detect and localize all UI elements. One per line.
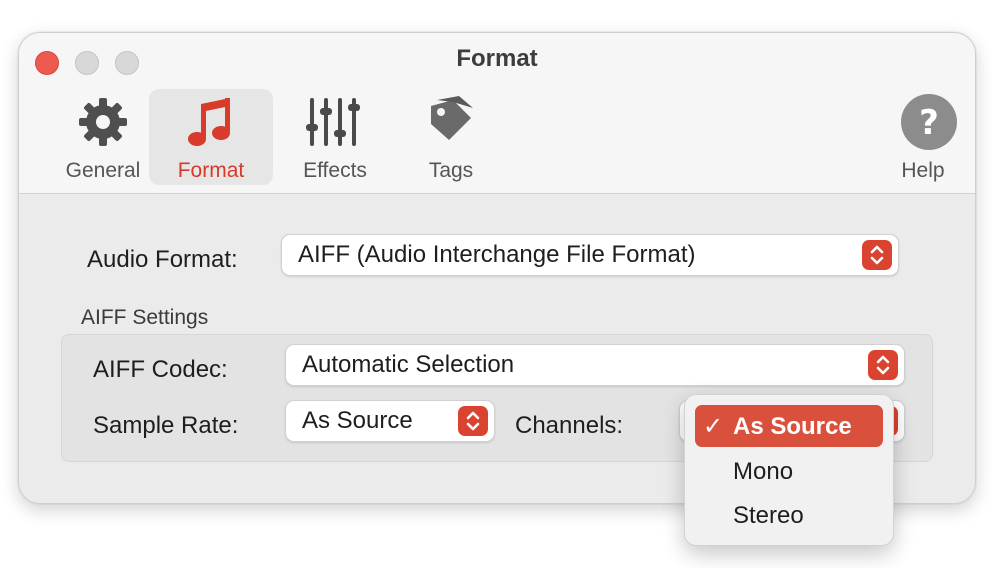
toolbar-label-format: Format	[177, 159, 245, 182]
up-down-chevron-icon	[458, 406, 488, 436]
window-title: Format	[456, 45, 538, 72]
toolbar-item-general[interactable]: General	[41, 89, 165, 185]
toolbar-label-tags: Tags	[428, 159, 474, 182]
up-down-chevron-icon	[868, 350, 898, 380]
channels-menu: ✓ As Source Mono Stereo	[684, 394, 894, 546]
menu-item-as-source[interactable]: ✓ As Source	[695, 405, 883, 447]
sample-rate-value: As Source	[302, 407, 413, 434]
toolbar-item-tags[interactable]: Tags	[389, 89, 513, 185]
aiff-settings-title: AIFF Settings	[81, 306, 209, 329]
toolbar-item-help[interactable]: ? Help	[867, 89, 975, 185]
svg-text:?: ?	[919, 103, 939, 143]
audio-format-value: AIFF (Audio Interchange File Format)	[298, 241, 696, 268]
menu-item-label: Stereo	[733, 502, 804, 529]
aiff-codec-value: Automatic Selection	[302, 351, 515, 378]
menu-item-label: As Source	[733, 413, 852, 440]
toolbar-label-help: Help	[901, 159, 945, 182]
checkmark-icon: ✓	[703, 412, 724, 440]
gear-icon	[41, 93, 165, 151]
sample-rate-popup[interactable]: As Source	[285, 400, 495, 442]
music-note-icon	[149, 93, 273, 151]
menu-item-mono[interactable]: Mono	[695, 450, 883, 492]
audio-format-label: Audio Format:	[87, 246, 238, 273]
up-down-chevron-icon	[862, 240, 892, 270]
tag-icon	[389, 93, 513, 151]
menu-item-stereo[interactable]: Stereo	[695, 494, 883, 536]
sample-rate-label: Sample Rate:	[93, 412, 239, 439]
sliders-icon	[273, 93, 397, 151]
toolbar-item-effects[interactable]: Effects	[273, 89, 397, 185]
toolbar-item-format[interactable]: Format	[149, 89, 273, 185]
question-icon: ?	[867, 93, 975, 151]
titlebar: Format General Format Effects Tags ? Hel…	[19, 33, 975, 194]
aiff-codec-popup[interactable]: Automatic Selection	[285, 344, 905, 386]
menu-item-label: Mono	[733, 458, 794, 485]
audio-format-popup[interactable]: AIFF (Audio Interchange File Format)	[281, 234, 899, 276]
toolbar-label-effects: Effects	[303, 159, 367, 182]
aiff-codec-label: AIFF Codec:	[93, 356, 228, 383]
toolbar-label-general: General	[65, 159, 141, 182]
channels-label: Channels:	[515, 412, 624, 439]
